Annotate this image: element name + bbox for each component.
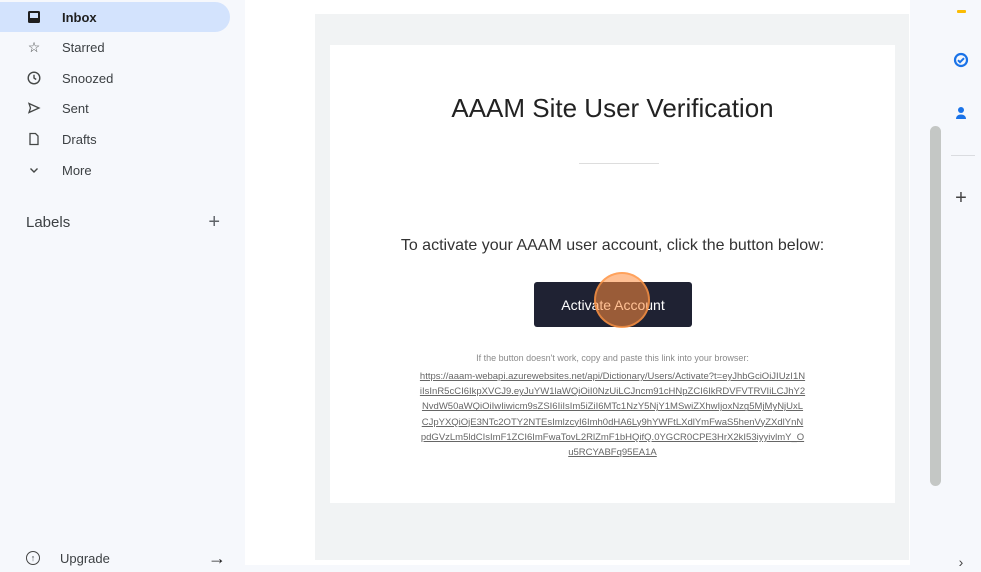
sidebar-item-label: Inbox — [62, 9, 97, 25]
sidebar-item-label: Drafts — [62, 131, 97, 147]
sidebar-item-more[interactable]: More — [0, 155, 92, 185]
add-label-icon[interactable]: + — [208, 211, 220, 234]
draft-icon — [24, 129, 44, 149]
title-divider — [579, 163, 659, 164]
activation-instruction: To activate your AAAM user account, clic… — [400, 237, 825, 254]
activation-link-line[interactable]: https://aaam-webapi.azurewebsites.net/ap… — [360, 369, 865, 384]
star-icon: ☆ — [27, 38, 41, 55]
sidebar-item-label: Starred — [62, 39, 105, 55]
email-scrollbar[interactable] — [930, 126, 941, 486]
sidebar-item-label: More — [62, 162, 92, 178]
arrow-right-icon[interactable]: → — [208, 548, 226, 569]
tasks-icon[interactable] — [951, 50, 971, 70]
activate-account-button[interactable]: Activate Account — [534, 282, 692, 327]
chevron-right-icon[interactable]: › — [951, 552, 971, 572]
activation-link-line[interactable]: NvdW50aWQiOiIwIiwicm9sZSI6IiIsIm5iZiI6MT… — [360, 399, 865, 414]
email-body-background: AAAM Site User Verification To activate … — [315, 14, 909, 560]
inbox-icon — [24, 7, 44, 27]
right-side-panel: + › — [941, 0, 981, 570]
sidebar-item-sent[interactable]: Sent — [0, 93, 89, 123]
activation-link-line[interactable]: u5RCYABFq95EA1A — [360, 445, 865, 460]
email-card: AAAM Site User Verification To activate … — [330, 45, 895, 503]
send-icon — [24, 98, 44, 118]
clock-icon — [24, 68, 44, 88]
email-view: AAAM Site User Verification To activate … — [245, 0, 910, 565]
sidebar-item-drafts[interactable]: Drafts — [0, 124, 97, 154]
activation-link-line[interactable]: iIsInR5cCI6IkpXVCJ9.eyJuYW1laWQiOiI0NzUi… — [360, 384, 865, 399]
fallback-note: If the button doesn't work, copy and pas… — [476, 353, 749, 363]
email-title: AAAM Site User Verification — [451, 93, 774, 123]
upgrade-label: Upgrade — [60, 550, 110, 566]
sidebar-item-starred[interactable]: ☆ Starred — [0, 32, 105, 62]
activation-link-line[interactable]: CJpYXQiOjE3NTc2OTY2NTEsImlzcyI6Imh0dHA6L… — [360, 415, 865, 430]
side-panel-divider — [951, 155, 975, 156]
chevron-down-icon — [24, 160, 44, 180]
add-addon-icon[interactable]: + — [951, 187, 971, 209]
contacts-icon[interactable] — [951, 103, 971, 123]
activation-link[interactable]: https://aaam-webapi.azurewebsites.net/ap… — [360, 369, 865, 460]
labels-heading: Labels — [26, 213, 71, 231]
activation-link-line[interactable]: pdGVzLm5ldCIsImF1ZCI6ImFwaTovL2RlZmF1bHQ… — [360, 430, 865, 445]
left-sidebar: Inbox ☆ Starred Snoozed Sent Drafts More… — [0, 0, 245, 568]
sidebar-item-inbox[interactable]: Inbox — [0, 2, 230, 32]
labels-section-header: Labels + — [26, 211, 226, 234]
sidebar-item-label: Snoozed — [62, 70, 114, 86]
sidebar-item-label: Sent — [62, 100, 89, 116]
upgrade-row[interactable]: ↑ Upgrade → — [26, 546, 226, 570]
sidebar-item-snoozed[interactable]: Snoozed — [0, 63, 113, 93]
upgrade-icon: ↑ — [26, 551, 40, 565]
keep-icon[interactable] — [951, 2, 971, 22]
